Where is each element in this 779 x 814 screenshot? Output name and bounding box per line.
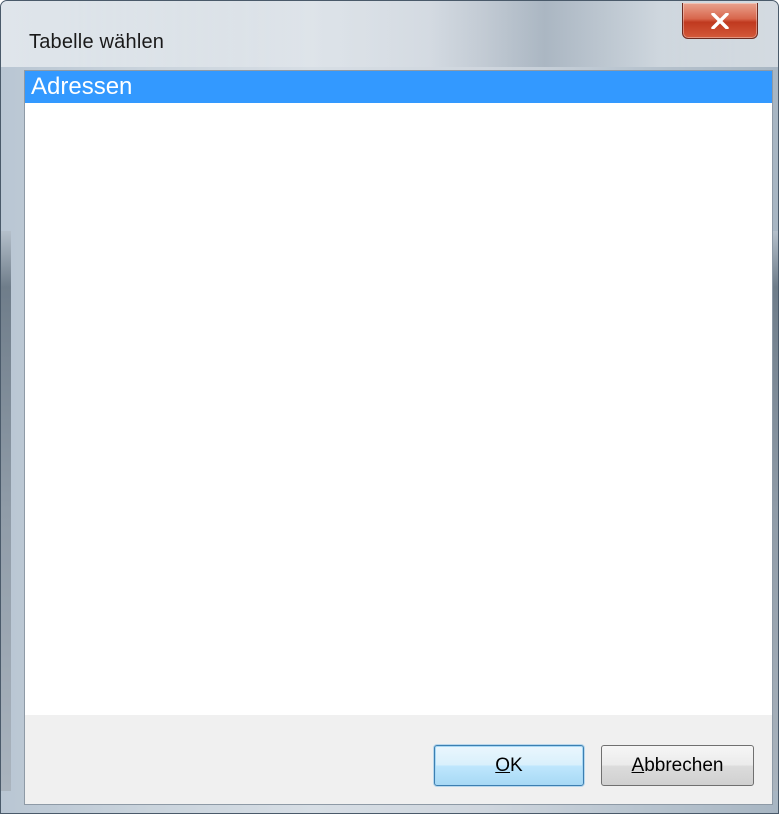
window-title: Tabelle wählen xyxy=(29,31,165,53)
dialog-window: Tabelle wählen Adressen OK Abbrechen xyxy=(0,0,779,814)
ok-button[interactable]: OK xyxy=(434,745,584,786)
title-bar[interactable]: Tabelle wählen xyxy=(1,1,778,67)
close-button[interactable] xyxy=(682,3,758,39)
list-item-adressen[interactable]: Adressen xyxy=(25,71,772,103)
dialog-client-area: Adressen OK Abbrechen xyxy=(24,70,773,805)
cancel-button[interactable]: Abbrechen xyxy=(601,745,754,786)
button-bar: OK Abbrechen xyxy=(25,715,772,804)
ok-button-mnemonic: O xyxy=(495,754,511,776)
table-listbox[interactable]: Adressen xyxy=(25,71,772,715)
cancel-button-label: bbrechen xyxy=(644,754,724,776)
cancel-button-mnemonic: A xyxy=(631,754,645,776)
close-x-icon xyxy=(711,12,729,29)
ok-button-label: K xyxy=(510,754,523,776)
window-frame-left xyxy=(1,231,11,791)
